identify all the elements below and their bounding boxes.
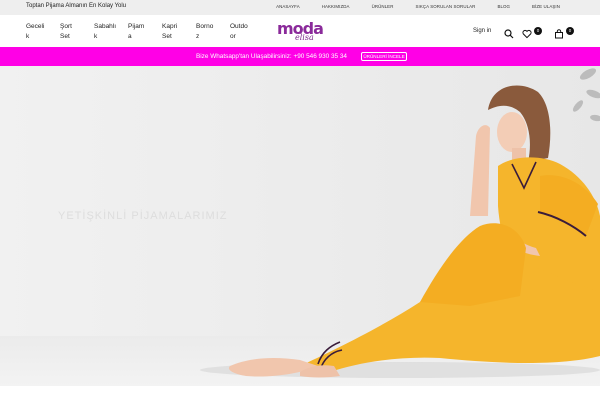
nav-item-pijama[interactable]: Pijam a <box>128 22 162 42</box>
logo[interactable]: moda elisa <box>275 19 327 43</box>
main-nav: Geceli k Şort Set Sabahlı k Pijam a Kapri Set… <box>26 22 264 42</box>
hero-model-illustration <box>200 68 600 378</box>
heart-icon[interactable] <box>522 26 532 39</box>
top-link-about[interactable]: HAKKIMIZDA <box>322 4 350 9</box>
cart-icon[interactable] <box>554 26 564 39</box>
nav-item-outdoor[interactable]: Outdo or <box>230 22 264 42</box>
page-bottom-strip <box>0 386 600 400</box>
nav-item-bornoz[interactable]: Borno z <box>196 22 230 42</box>
top-link-products[interactable]: ÜRÜNLER <box>372 4 394 9</box>
nav-item-gecelik[interactable]: Geceli k <box>26 22 60 42</box>
wishlist-count-badge: 0 <box>534 27 542 35</box>
plant-leaves <box>572 68 600 122</box>
top-links: ANASAYFA HAKKIMIZDA ÜRÜNLER SIKÇA SORULA… <box>276 4 560 9</box>
sign-in-link[interactable]: Sign in <box>473 28 491 34</box>
view-products-button[interactable]: ÜRÜNLERİ İNCELE <box>361 52 407 61</box>
top-link-home[interactable]: ANASAYFA <box>276 4 300 9</box>
promo-bar: Bize Whatsapp'tan Ulaşabilirsiniz: +90 5… <box>0 47 600 66</box>
tagline: Toptan Pijama Almanın En Kolay Yolu <box>26 3 127 9</box>
top-bar: Toptan Pijama Almanın En Kolay Yolu ANAS… <box>0 0 600 15</box>
search-icon[interactable] <box>504 26 514 39</box>
cart-count-badge: 0 <box>566 27 574 35</box>
top-link-blog[interactable]: BLOG <box>497 4 510 9</box>
whatsapp-contact-text[interactable]: Bize Whatsapp'tan Ulaşabilirsiniz: +90 5… <box>196 53 347 60</box>
header: Geceli k Şort Set Sabahlı k Pijam a Kapri Set… <box>0 15 600 47</box>
nav-item-sort-set[interactable]: Şort Set <box>60 22 94 42</box>
nav-item-sabahlik[interactable]: Sabahlı k <box>94 22 128 42</box>
top-link-faq[interactable]: SIKÇA SORULAN SORULAR <box>416 4 476 9</box>
top-link-contact[interactable]: BİZE ULAŞIN <box>532 4 560 9</box>
logo-sub: elisa <box>295 33 314 42</box>
nav-item-kapri-set[interactable]: Kapri Set <box>162 22 196 42</box>
hero-banner[interactable]: YETİŞKİNLİ PİJAMALARIMIZ <box>0 66 600 386</box>
